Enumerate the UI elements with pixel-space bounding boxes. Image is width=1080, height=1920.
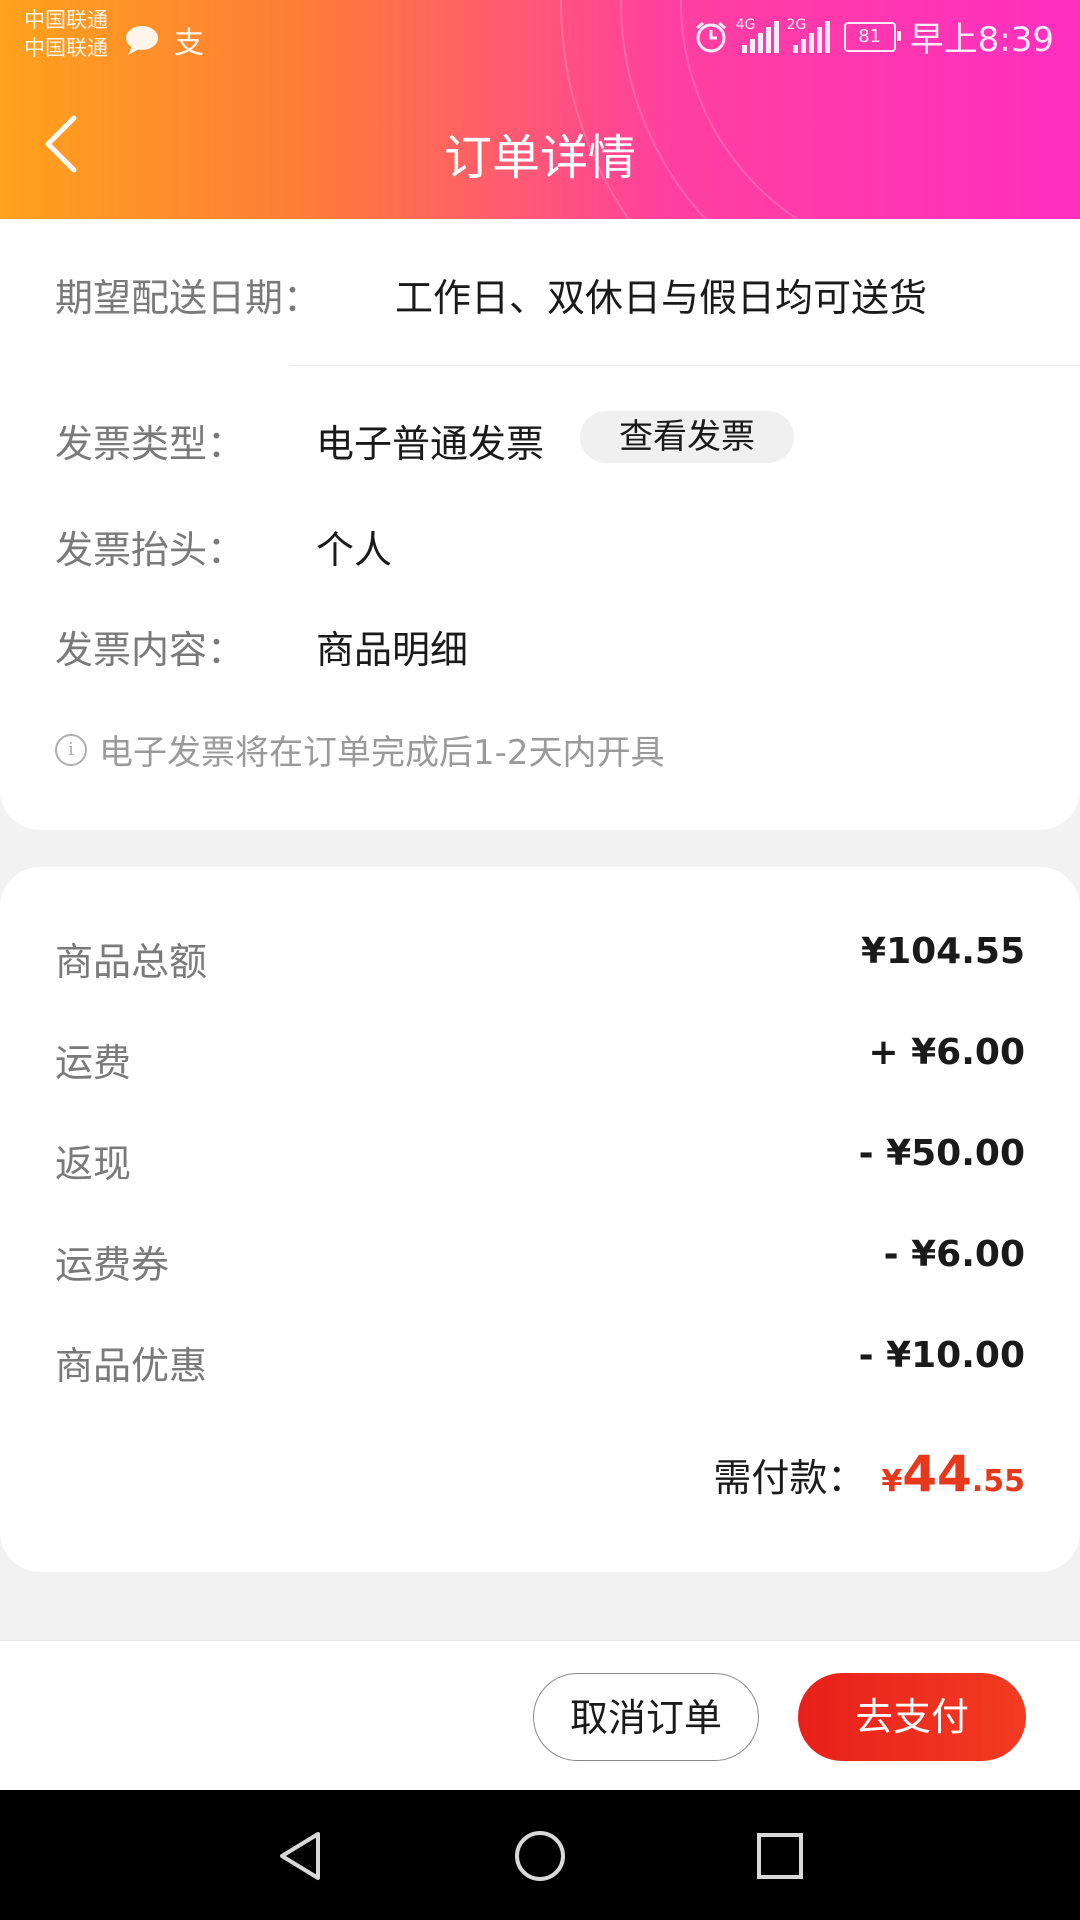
invoice-title-label: 发票抬头：	[55, 528, 246, 572]
summary-row-value: - ¥6.00	[883, 1234, 1025, 1275]
summary-row-label: 返现	[55, 1142, 132, 1186]
carrier-2: 中国联通	[24, 36, 108, 60]
price-summary-card: 商品总额 ¥104.55 运费 + ¥6.00 返现 - ¥50.00 运费券 …	[0, 867, 1080, 1572]
summary-row: 运费 + ¥6.00	[55, 1032, 1025, 1092]
delivery-date-value: 工作日、双休日与假日均可送货	[395, 276, 928, 320]
battery-icon: 81	[843, 21, 901, 52]
view-invoice-button[interactable]: 查看发票	[580, 411, 794, 463]
pay-button[interactable]: 去支付	[798, 1673, 1026, 1761]
action-bar: 取消订单 去支付	[0, 1640, 1080, 1791]
invoice-title-value: 个人	[316, 528, 393, 572]
invoice-content-value: 商品明细	[316, 628, 469, 672]
nav-home-icon[interactable]	[512, 1828, 568, 1884]
system-nav-bar	[0, 1790, 1080, 1920]
notification-icons: 支	[124, 18, 204, 62]
clock: 早上8:39	[909, 20, 1054, 60]
system-status: 4G 2G 81 早上8:39	[694, 12, 1054, 61]
summary-row-value: - ¥50.00	[858, 1133, 1025, 1174]
summary-row: 运费券 - ¥6.00	[55, 1234, 1025, 1294]
invoice-card: 期望配送日期： 工作日、双休日与假日均可送货 发票类型： 电子普通发票 查看发票…	[0, 219, 1080, 830]
status-bar: 中国联通 中国联通 支 4G 2G 81 早上8:39	[0, 0, 1080, 80]
summary-row: 商品总额 ¥104.55	[55, 931, 1025, 991]
page-title: 订单详情	[443, 130, 636, 186]
total-amount-decimal: .55	[971, 1464, 1025, 1499]
total-label: 需付款：	[713, 1456, 866, 1500]
nav-back-icon[interactable]	[272, 1828, 328, 1884]
summary-row-value: - ¥10.00	[858, 1335, 1025, 1376]
header-bar: 中国联通 中国联通 支 4G 2G 81 早上8:39 订单详情	[0, 0, 1080, 219]
invoice-type-value: 电子普通发票	[316, 422, 545, 466]
carrier-1: 中国联通	[24, 8, 108, 32]
summary-row-label: 商品总额	[55, 940, 208, 984]
signal-icon: 2G	[787, 17, 830, 53]
invoice-note-text: 电子发票将在订单完成后1-2天内开具	[99, 733, 665, 773]
total-currency: ¥	[881, 1464, 903, 1499]
summary-row: 商品优惠 - ¥10.00	[55, 1335, 1025, 1395]
summary-row: 返现 - ¥50.00	[55, 1133, 1025, 1193]
summary-row-value: ¥104.55	[861, 931, 1025, 972]
nav-recents-icon[interactable]	[752, 1828, 808, 1884]
summary-row-label: 运费券	[55, 1243, 170, 1287]
divider	[290, 365, 1080, 366]
summary-row-label: 商品优惠	[55, 1344, 208, 1388]
carrier-info: 中国联通 中国联通	[24, 6, 108, 62]
total-payable: 需付款： ¥ 44 .55	[713, 1445, 1025, 1503]
cancel-order-button[interactable]: 取消订单	[533, 1673, 759, 1761]
info-icon: i	[55, 733, 87, 766]
alarm-icon	[695, 21, 726, 52]
invoice-content-label: 发票内容：	[55, 628, 246, 672]
summary-row-label: 运费	[55, 1041, 132, 1085]
alipay-icon: 支	[174, 26, 204, 61]
invoice-type-label: 发票类型：	[55, 422, 246, 466]
total-amount-integer: 44	[902, 1445, 972, 1503]
delivery-date-label: 期望配送日期：	[55, 276, 322, 320]
message-icon	[126, 26, 158, 55]
signal-icon: 4G	[736, 17, 779, 53]
invoice-note: i 电子发票将在订单完成后1-2天内开具	[55, 725, 665, 774]
summary-row-value: + ¥6.00	[868, 1032, 1025, 1073]
